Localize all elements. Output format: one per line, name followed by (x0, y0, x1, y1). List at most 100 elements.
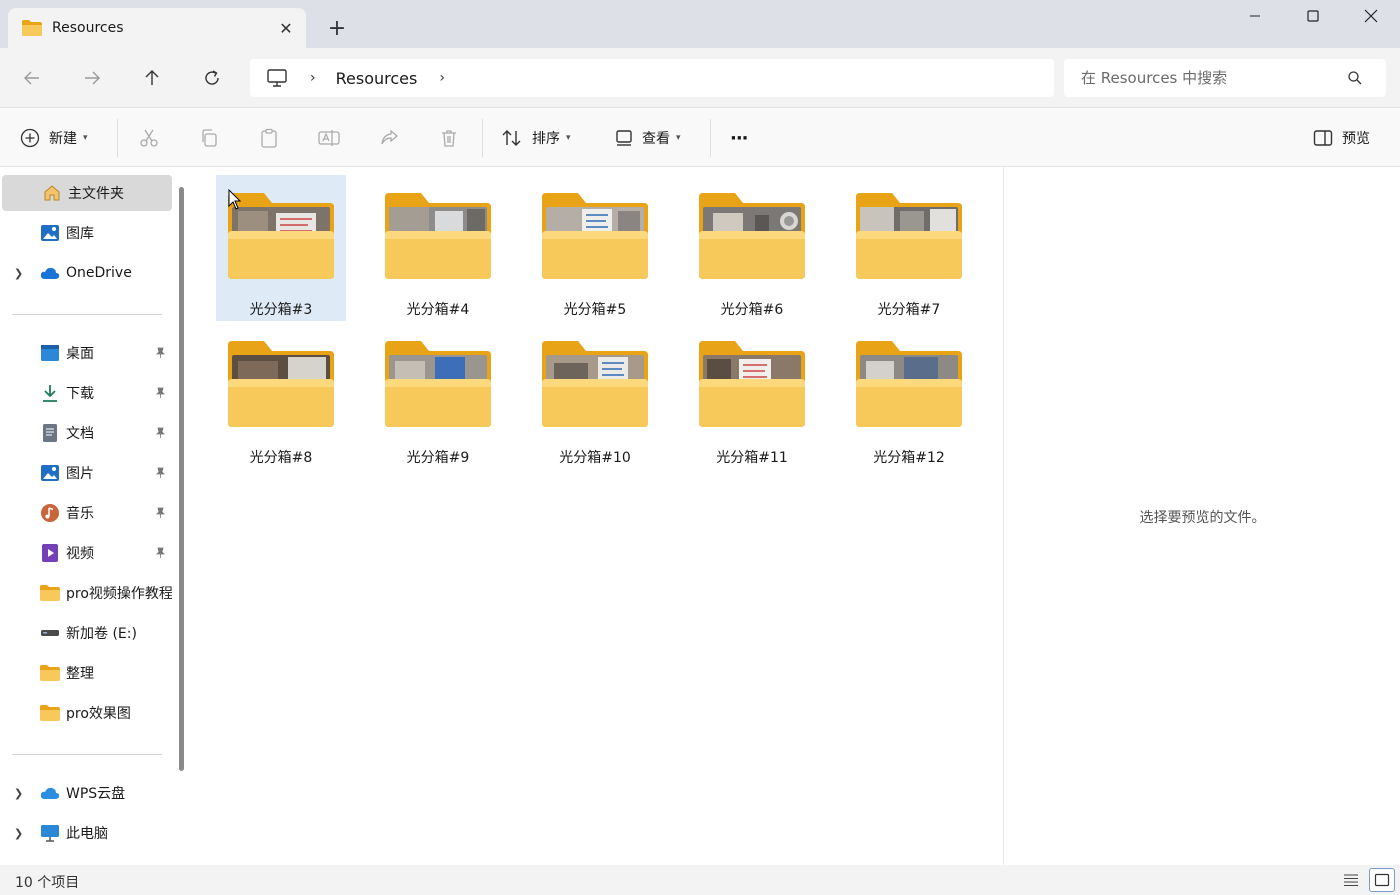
search-input[interactable] (1081, 69, 1341, 87)
sidebar-item-documents[interactable]: 文档 (0, 415, 172, 451)
sidebar-item-pro-video-tutorial[interactable]: pro视频操作教程 (0, 575, 172, 611)
forward-button[interactable] (72, 58, 112, 98)
folder-thumbnail-icon (385, 341, 491, 427)
cut-button[interactable] (129, 123, 169, 153)
sidebar-item-this-pc[interactable]: ❯ 此电脑 (0, 815, 172, 851)
sidebar-item-wps-cloud[interactable]: ❯ WPS云盘 (0, 775, 172, 811)
divider (12, 754, 162, 755)
new-label: 新建 (49, 131, 77, 147)
delete-button[interactable] (429, 123, 469, 153)
arrow-up-icon (145, 70, 159, 85)
sidebar-item-label: 此电脑 (66, 826, 108, 842)
download-icon (40, 383, 60, 403)
sidebar-item-label: WPS云盘 (66, 786, 126, 802)
chevron-right-icon[interactable]: ❯ (14, 267, 23, 280)
folder-name: 光分箱#5 (563, 302, 627, 318)
view-button[interactable]: 查看 ▾ (615, 121, 681, 155)
sidebar-item-label: 主文件夹 (68, 186, 124, 202)
folder-icon (22, 20, 42, 36)
maximize-icon (1307, 10, 1319, 22)
folder-name: 光分箱#11 (716, 450, 788, 466)
breadcrumb-item-resources[interactable]: Resources (336, 69, 418, 88)
preview-pane: 选择要预览的文件。 (1003, 167, 1400, 865)
chevron-right-icon[interactable]: ❯ (14, 827, 23, 840)
new-button[interactable]: 新建 ▾ (20, 121, 88, 155)
paste-icon (261, 128, 277, 148)
list-view-icon (1344, 874, 1358, 887)
preview-pane-button[interactable]: 预览 (1313, 121, 1370, 155)
up-button[interactable] (132, 58, 172, 98)
view-label: 查看 (642, 131, 670, 147)
sidebar-item-onedrive[interactable]: ❯ OneDrive (0, 255, 172, 291)
close-icon (1364, 9, 1378, 23)
pin-icon (156, 467, 165, 478)
folder-item[interactable]: 光分箱#3 (216, 175, 346, 321)
maximize-button[interactable] (1284, 0, 1342, 32)
sidebar-item-gallery[interactable]: 图库 (0, 215, 172, 251)
folder-name: 光分箱#3 (249, 302, 313, 318)
folder-icon (40, 663, 60, 683)
sidebar-item-home[interactable]: 主文件夹 (2, 175, 172, 211)
sidebar-item-organize[interactable]: 整理 (0, 655, 172, 691)
pin-icon (156, 547, 165, 558)
folder-item[interactable]: 光分箱#12 (844, 323, 974, 469)
sort-label: 排序 (532, 131, 560, 147)
share-button[interactable] (369, 123, 409, 153)
folder-item[interactable]: 光分箱#5 (530, 175, 660, 321)
folder-item[interactable]: 光分箱#10 (530, 323, 660, 469)
folder-item[interactable]: 光分箱#7 (844, 175, 974, 321)
more-options-button[interactable]: ··· (730, 121, 748, 155)
tab-title: Resources (52, 20, 124, 36)
new-tab-button[interactable]: + (318, 10, 356, 46)
sidebar-scrollbar[interactable] (179, 187, 184, 771)
copy-button[interactable] (189, 123, 229, 153)
breadcrumb-separator[interactable]: › (310, 70, 316, 86)
item-count: 10 个项目 (15, 875, 80, 891)
large-icons-view-icon (1374, 873, 1390, 887)
sidebar-item-videos[interactable]: 视频 (0, 535, 172, 571)
breadcrumb-separator[interactable]: › (439, 70, 445, 86)
divider (12, 314, 162, 315)
status-bar: 10 个项目 (0, 865, 1400, 895)
folder-item[interactable]: 光分箱#6 (687, 175, 817, 321)
command-bar: 新建 ▾ 排序 ▾ 查看 ▾ ··· 预览 (0, 109, 1400, 167)
thumbnail-view-button[interactable] (1369, 868, 1395, 892)
rename-icon (318, 130, 340, 146)
details-view-button[interactable] (1338, 868, 1364, 892)
onedrive-icon (40, 263, 60, 283)
folder-item[interactable]: 光分箱#4 (373, 175, 503, 321)
this-pc-icon (267, 69, 287, 87)
sidebar-item-drive-e[interactable]: 新加卷 (E:) (0, 615, 172, 651)
sidebar-item-downloads[interactable]: 下载 (0, 375, 172, 411)
folder-item[interactable]: 光分箱#11 (687, 323, 817, 469)
sidebar-item-label: 图库 (66, 226, 94, 242)
folder-item[interactable]: 光分箱#9 (373, 323, 503, 469)
minimize-icon (1250, 15, 1260, 17)
search-icon (1348, 71, 1362, 85)
minimize-button[interactable] (1226, 0, 1284, 32)
sidebar-item-pictures[interactable]: 图片 (0, 455, 172, 491)
tab-resources[interactable]: Resources ✕ (8, 8, 306, 48)
pin-icon (156, 427, 165, 438)
navigation-pane: 主文件夹 图库 ❯ OneDrive 桌面 下载 文档 图片 音乐 视频 pro… (0, 167, 190, 865)
refresh-icon (205, 70, 219, 85)
breadcrumb[interactable]: › Resources › (250, 59, 1054, 97)
sidebar-item-pro-renderings[interactable]: pro效果图 (0, 695, 172, 731)
sidebar-item-music[interactable]: 音乐 (0, 495, 172, 531)
chevron-right-icon[interactable]: ❯ (14, 787, 23, 800)
sidebar-item-desktop[interactable]: 桌面 (0, 335, 172, 371)
sort-icon (502, 130, 521, 146)
close-window-button[interactable] (1342, 0, 1400, 32)
preview-label: 预览 (1342, 131, 1370, 147)
close-tab-button[interactable]: ✕ (266, 8, 306, 48)
chevron-down-icon: ▾ (676, 133, 681, 143)
view-icon (616, 130, 632, 146)
folder-thumbnail-icon (699, 341, 805, 427)
folder-item[interactable]: 光分箱#8 (216, 323, 346, 469)
rename-button[interactable] (309, 123, 349, 153)
sort-button[interactable]: 排序 ▾ (501, 121, 571, 155)
refresh-button[interactable] (192, 58, 232, 98)
back-button[interactable] (12, 58, 52, 98)
search-box[interactable] (1064, 59, 1386, 97)
paste-button[interactable] (249, 123, 289, 153)
